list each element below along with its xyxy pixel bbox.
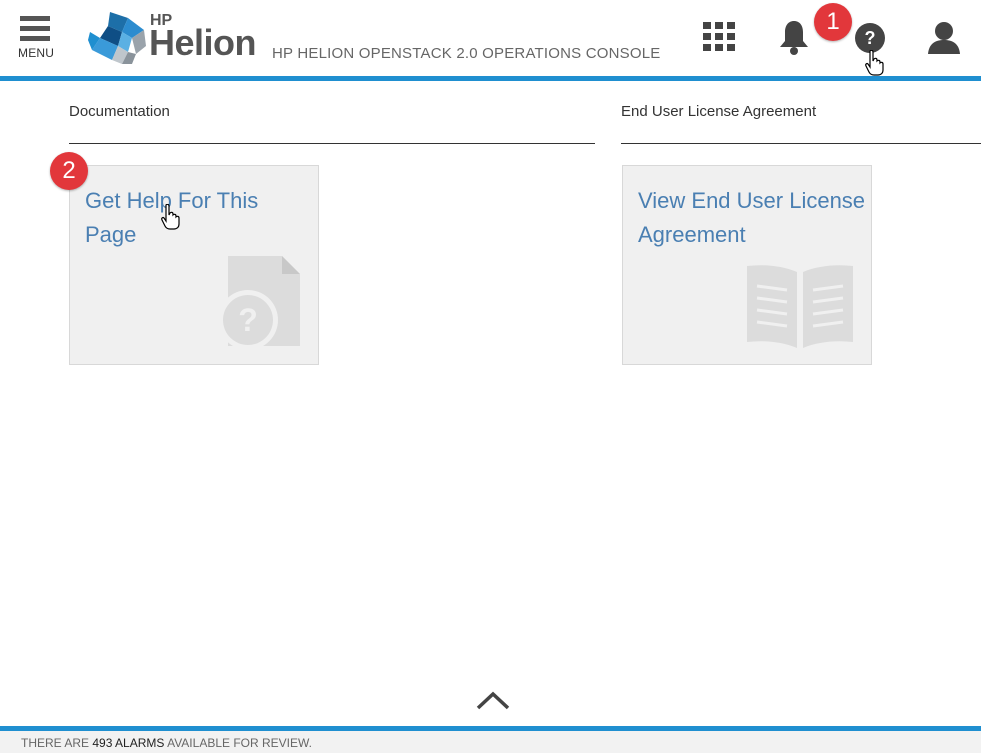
bell-icon[interactable]	[778, 19, 810, 55]
hamburger-icon	[20, 16, 50, 21]
operations-console-page: MENU HP Helion HP HELION OPENSTACK 2.0 O…	[0, 0, 981, 753]
documentation-section-title: Documentation	[69, 103, 170, 120]
get-help-tile-label: Get Help For This Page	[85, 188, 259, 247]
alarm-status-bar: THERE ARE 493 ALARMS AVAILABLE FOR REVIE…	[0, 731, 981, 753]
step-1-badge: 1	[814, 3, 852, 41]
hand-cursor-icon	[161, 204, 180, 230]
view-eula-tile[interactable]: View End User License Agreement	[622, 165, 872, 365]
header-accent-rule	[0, 76, 981, 81]
view-eula-tile-label: View End User License Agreement	[638, 188, 866, 247]
chevron-up-icon[interactable]	[476, 690, 510, 714]
alarm-count-link[interactable]: 493 ALARMS	[92, 736, 164, 750]
apps-grid-icon[interactable]	[703, 22, 735, 52]
svg-text:?: ?	[865, 28, 876, 48]
menu-button[interactable]: MENU	[18, 14, 54, 62]
alarm-prefix: THERE ARE	[21, 736, 90, 750]
alarm-suffix: AVAILABLE FOR REVIEW.	[167, 736, 313, 750]
hamburger-bar	[20, 26, 50, 31]
get-help-tile[interactable]: Get Help For This Page ?	[69, 165, 319, 365]
open-book-icon	[747, 265, 853, 348]
step-2-badge: 2	[50, 152, 88, 190]
hp-helion-logo-icon	[88, 12, 146, 64]
eula-section-rule	[621, 143, 981, 144]
app-title: HP HELION OPENSTACK 2.0 OPERATIONS CONSO…	[272, 45, 661, 62]
documentation-section-rule	[69, 143, 595, 144]
user-icon[interactable]	[927, 21, 961, 54]
svg-text:?: ?	[238, 302, 258, 338]
help-document-icon: ?	[220, 256, 300, 350]
menu-label: MENU	[18, 46, 55, 60]
brand-helion-text: Helion	[149, 22, 257, 63]
hand-cursor-icon	[865, 50, 884, 76]
hamburger-bar	[20, 36, 50, 41]
alarm-status-text: THERE ARE 493 ALARMS AVAILABLE FOR REVIE…	[21, 736, 312, 750]
eula-section-title: End User License Agreement	[621, 103, 817, 120]
